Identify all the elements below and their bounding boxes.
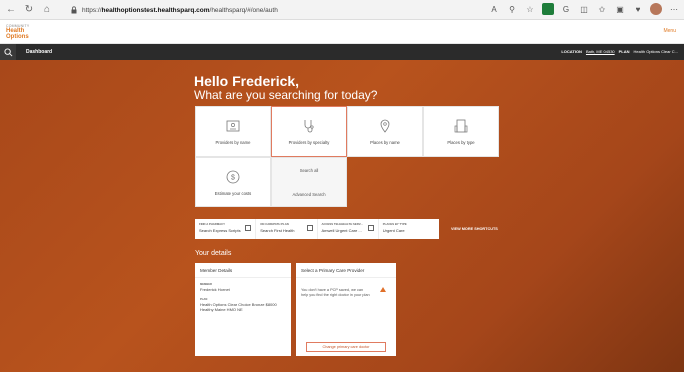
shortcut-key: ACCESS TELEHEALTH SERV... bbox=[321, 222, 363, 226]
extension-icon[interactable] bbox=[542, 3, 554, 15]
address-bar[interactable]: https://healthoptionstest.healthsparq.co… bbox=[70, 3, 490, 17]
search-tiles: Providers by name Providers by specialty… bbox=[195, 106, 499, 207]
health-options-logo[interactable]: COMMUNITY Health Options bbox=[6, 24, 46, 41]
dashboard-link[interactable]: Dashboard bbox=[26, 49, 52, 55]
pcp-message: You don't have a PCP saved, we can help … bbox=[301, 288, 370, 297]
profile-avatar[interactable] bbox=[650, 3, 662, 15]
favorites-icon[interactable]: ✩ bbox=[596, 3, 608, 15]
more-options-icon[interactable]: ⋯ bbox=[668, 3, 680, 15]
external-link-icon bbox=[245, 225, 252, 231]
tile-label: Providers by name bbox=[215, 140, 251, 145]
shortcut-value: Urgent Care bbox=[382, 228, 405, 233]
site-header: COMMUNITY Health Options Menu bbox=[0, 20, 684, 44]
pcp-card: Select a Primary Care Provider You don't… bbox=[296, 263, 396, 356]
view-more-shortcuts-link[interactable]: VIEW MORE SHORTCUTS bbox=[451, 227, 498, 231]
url-host: healthoptionstest.healthsparq.com bbox=[101, 6, 210, 14]
tile-places-by-name[interactable]: Places by name bbox=[347, 106, 423, 157]
shortcut-key: PLACES BY TYPE bbox=[382, 222, 407, 226]
shortcuts-bar: FIND A PHARMACY Search Express Scripts O… bbox=[195, 219, 439, 239]
shortcut-value: Amwell Urgent Care ... bbox=[321, 228, 362, 233]
shortcut-pharmacy[interactable]: FIND A PHARMACY Search Express Scripts bbox=[195, 219, 257, 239]
member-details-card: Member Details MEMBER Frederick Hornet P… bbox=[195, 263, 291, 356]
favorite-star-icon[interactable]: ☆ bbox=[524, 3, 536, 15]
refresh-icon[interactable]: ↻ bbox=[22, 3, 36, 17]
main-nav: Dashboard LOCATION Bath, ME 04530 PLAN H… bbox=[0, 44, 684, 60]
tile-search-options: Search all Advanced Search bbox=[271, 157, 347, 207]
external-link-icon bbox=[306, 225, 313, 231]
browser-essentials-icon[interactable]: ♥ bbox=[632, 3, 644, 15]
shortcut-key: ON CAREPATH PLAN bbox=[260, 222, 289, 226]
url-path: /healthsparq/#/one/auth bbox=[209, 6, 278, 14]
extension-g-icon[interactable]: G bbox=[560, 3, 572, 15]
shortcut-value: Search First Health bbox=[260, 228, 295, 233]
location-pin-icon bbox=[380, 119, 390, 133]
read-aloud-icon[interactable]: A bbox=[488, 3, 500, 15]
collections-icon[interactable]: ▣ bbox=[614, 3, 626, 15]
menu-button[interactable]: Menu bbox=[663, 28, 676, 34]
tile-providers-by-name[interactable]: Providers by name bbox=[195, 106, 271, 157]
card-title: Select a Primary Care Provider bbox=[296, 263, 396, 278]
tile-places-by-type[interactable]: Places by type bbox=[423, 106, 499, 157]
external-link-icon bbox=[367, 225, 374, 231]
change-pcp-button[interactable]: Change primary care doctor bbox=[306, 342, 386, 352]
plan-label: PLAN bbox=[200, 297, 208, 301]
svg-text:$: $ bbox=[231, 174, 235, 181]
shortcut-first-health[interactable]: ON CAREPATH PLAN Search First Health bbox=[256, 219, 318, 239]
member-label: MEMBER bbox=[200, 283, 212, 286]
location-key: LOCATION bbox=[561, 49, 582, 54]
plan-name: Health Options Clear Choice Bronze $8000… bbox=[200, 301, 277, 313]
advanced-search-link[interactable]: Advanced Search bbox=[292, 192, 325, 197]
tile-estimate-costs[interactable]: $ Estimate your costs bbox=[195, 157, 271, 207]
warning-icon bbox=[380, 287, 386, 292]
building-icon bbox=[454, 119, 468, 133]
card-title: Member Details bbox=[195, 263, 291, 278]
location-link[interactable]: Bath, ME 04530 bbox=[586, 49, 615, 54]
search-button[interactable] bbox=[0, 44, 16, 60]
browser-toolbar: ← ↻ ⌂ https://healthoptionstest.healthsp… bbox=[0, 0, 684, 20]
home-icon[interactable]: ⌂ bbox=[40, 3, 54, 17]
back-icon[interactable]: ← bbox=[4, 3, 18, 17]
shortcut-value: Search Express Scripts bbox=[199, 228, 241, 233]
shortcut-key: FIND A PHARMACY bbox=[199, 222, 226, 226]
zoom-icon[interactable]: ⚲ bbox=[506, 3, 518, 15]
greeting-heading: Hello Frederick, bbox=[194, 73, 300, 89]
dollar-icon: $ bbox=[226, 170, 240, 183]
tile-label: Estimate your costs bbox=[214, 190, 252, 196]
tile-label: Places by name bbox=[370, 140, 400, 145]
search-question: What are you searching for today? bbox=[194, 88, 378, 102]
stethoscope-icon bbox=[304, 120, 314, 133]
logo-line2: Health Options bbox=[6, 28, 29, 40]
shortcut-telehealth[interactable]: ACCESS TELEHEALTH SERV... Amwell Urgent … bbox=[318, 219, 379, 239]
member-name: Frederick Hornet bbox=[200, 287, 230, 292]
tile-label: Providers by specialty bbox=[288, 140, 330, 145]
search-all-link[interactable]: Search all bbox=[300, 168, 319, 173]
url-prefix: https:// bbox=[82, 6, 102, 14]
plan-link[interactable]: Health Options Clear C... bbox=[634, 49, 678, 54]
plan-key: PLAN bbox=[618, 49, 630, 54]
split-screen-icon[interactable]: ◫ bbox=[578, 3, 590, 15]
your-details-heading: Your details bbox=[195, 250, 232, 257]
shortcut-urgent-care[interactable]: PLACES BY TYPE Urgent Care bbox=[379, 219, 439, 239]
tile-label: Places by type bbox=[447, 140, 475, 145]
search-icon bbox=[3, 47, 12, 56]
lock-icon bbox=[71, 6, 77, 14]
tile-providers-by-specialty[interactable]: Providers by specialty bbox=[271, 106, 347, 157]
id-card-icon bbox=[226, 120, 240, 132]
